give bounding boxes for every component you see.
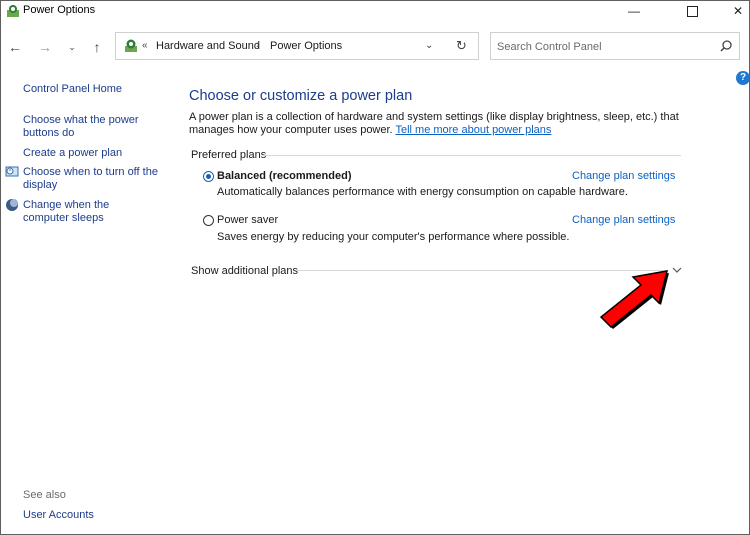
breadcrumb-power-options[interactable]: Power Options: [270, 40, 342, 52]
sleep-moon-icon: [6, 199, 18, 211]
power-saver-plan-radio[interactable]: [203, 215, 214, 226]
balanced-change-settings-link[interactable]: Change plan settings: [572, 170, 675, 182]
preferred-plans-label: Preferred plans: [191, 149, 267, 161]
back-arrow-icon[interactable]: ←: [7, 39, 23, 55]
balanced-plan-radio[interactable]: [203, 171, 214, 182]
help-icon[interactable]: ?: [736, 71, 749, 85]
window-title: Power Options: [23, 4, 96, 16]
change-sleep-link[interactable]: Change when the computer sleeps: [23, 199, 158, 225]
search-icon[interactable]: [719, 39, 733, 53]
display-timer-icon: [5, 166, 19, 177]
address-dropdown-icon[interactable]: ⌄: [425, 40, 433, 51]
navigation-bar: ← → ⌄ ↑ « Hardware and Sound › Power Opt…: [1, 31, 749, 63]
control-panel-location-icon: [125, 39, 137, 52]
search-input[interactable]: [497, 39, 707, 55]
control-panel-home-link[interactable]: Control Panel Home: [23, 83, 122, 96]
maximize-button[interactable]: [669, 1, 715, 21]
breadcrumb-hardware-and-sound[interactable]: Hardware and Sound: [156, 40, 260, 52]
title-bar: Power Options — ✕: [1, 1, 749, 21]
breadcrumb-overflow-icon[interactable]: «: [142, 40, 148, 51]
create-power-plan-link[interactable]: Create a power plan: [23, 147, 122, 160]
power-saver-change-settings-link[interactable]: Change plan settings: [572, 214, 675, 226]
balanced-plan-description: Automatically balances performance with …: [217, 186, 628, 198]
forward-arrow-icon[interactable]: →: [37, 39, 53, 55]
power-options-window: Power Options — ✕ ← → ⌄ ↑ « Hardware and…: [0, 0, 750, 535]
maximize-icon: [686, 5, 698, 17]
address-bar[interactable]: « Hardware and Sound › Power Options ⌄ ↻: [115, 32, 479, 60]
choose-display-off-link[interactable]: Choose when to turn off the display: [23, 166, 158, 192]
chevron-down-icon[interactable]: [671, 265, 683, 275]
refresh-icon[interactable]: ↻: [456, 38, 467, 54]
close-icon: ✕: [732, 4, 744, 18]
preferred-plans-divider: [263, 155, 681, 156]
page-title: Choose or customize a power plan: [189, 88, 413, 104]
power-options-app-icon: [7, 5, 19, 17]
show-additional-plans-label[interactable]: Show additional plans: [191, 265, 298, 277]
choose-power-buttons-link[interactable]: Choose what the power buttons do: [23, 114, 143, 140]
user-accounts-link[interactable]: User Accounts: [23, 509, 94, 522]
balanced-plan-name[interactable]: Balanced (recommended): [217, 170, 351, 182]
recent-locations-chevron-icon[interactable]: ⌄: [64, 39, 80, 55]
minimize-icon: —: [628, 4, 640, 18]
page-description: A power plan is a collection of hardware…: [189, 111, 689, 137]
see-also-label: See also: [23, 489, 66, 501]
learn-more-power-plans-link[interactable]: Tell me more about power plans: [395, 124, 551, 136]
breadcrumb-separator-icon[interactable]: ›: [256, 39, 260, 51]
up-arrow-icon[interactable]: ↑: [89, 39, 105, 55]
minimize-button[interactable]: —: [611, 1, 657, 21]
search-box[interactable]: [490, 32, 740, 60]
power-saver-plan-description: Saves energy by reducing your computer's…: [217, 231, 570, 243]
power-saver-plan-name[interactable]: Power saver: [217, 214, 278, 226]
red-arrow-annotation-icon: [599, 270, 669, 329]
close-button[interactable]: ✕: [715, 1, 749, 21]
